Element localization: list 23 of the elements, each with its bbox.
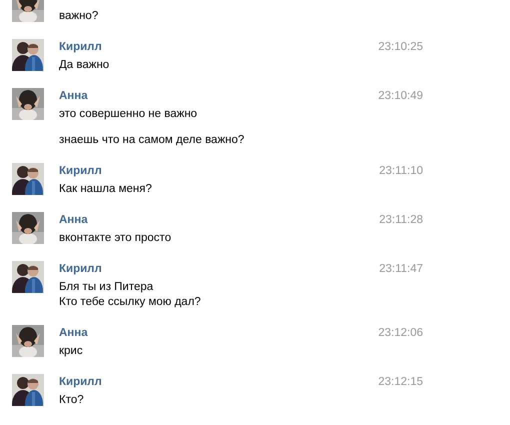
message-text: крис (59, 344, 84, 359)
message-text: Кто? (59, 393, 85, 408)
author-name[interactable]: Кирилл (59, 163, 102, 179)
message-text: знаешь что на самом деле важно? (59, 133, 246, 148)
message-text: это совершенно не важно (59, 107, 198, 122)
message-text: Бля ты из Питера Кто тебе ссылку мою дал? (59, 280, 202, 310)
message-text: Да важно (59, 58, 110, 73)
message-text: важно? (59, 9, 100, 24)
message-time: 23:11:10 (379, 164, 423, 179)
message-time: 23:11:28 (379, 213, 423, 228)
message-time: 23:10:25 (378, 40, 423, 55)
message-time: 23:12:15 (378, 375, 423, 390)
message-time: 23:10:49 (378, 89, 423, 104)
author-name[interactable]: Анна (59, 212, 88, 228)
author-name[interactable]: Кирилл (59, 374, 102, 390)
message-time: 23:12:06 (378, 326, 423, 341)
author-name[interactable]: Анна (59, 88, 88, 104)
message-text: Как нашла меня? (59, 182, 153, 197)
author-name[interactable]: Кирилл (59, 261, 102, 277)
message-time: 23:11:47 (379, 262, 423, 277)
author-name[interactable]: Кирилл (59, 39, 102, 55)
author-name[interactable]: Анна (59, 325, 88, 341)
message-text: вконтакте это просто (59, 231, 172, 246)
